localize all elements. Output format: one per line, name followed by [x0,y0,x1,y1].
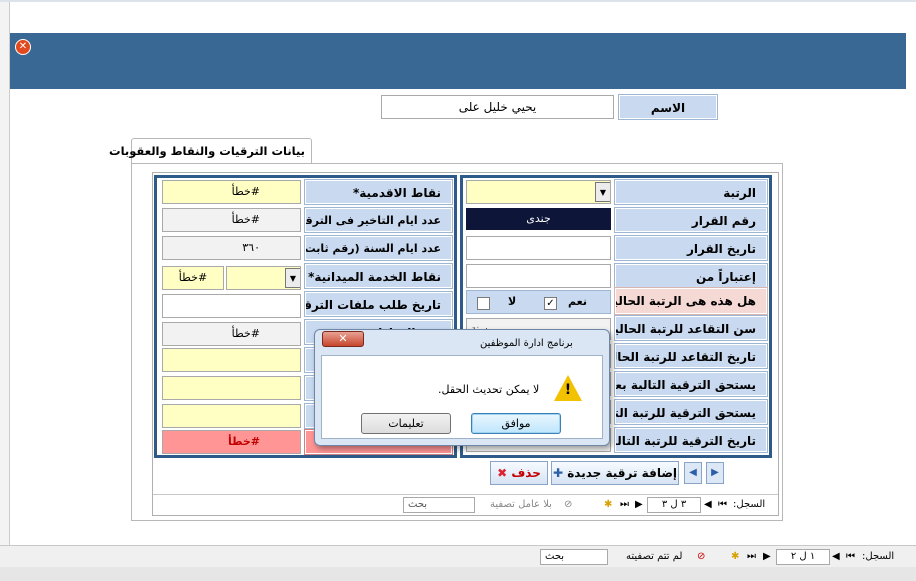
is-current-rank-label: هل هذه هى الرتبة الحالية [614,287,768,315]
tab-promotions[interactable]: بيانات الترقيات والنقاط والعقوبات [109,138,312,164]
close-icon[interactable]: ✕ [15,39,31,55]
warning-icon-mark: ! [564,382,572,398]
left-row-8-field[interactable] [162,376,301,400]
retirement-age-label: سن التقاعد للرتبة الحالية [614,315,768,341]
form-header [10,33,906,89]
main-new-icon[interactable]: ✱ [731,550,739,564]
no-option-label: لا [508,295,517,308]
delete-label: حذف [511,466,541,480]
main-record-label: السجل: [862,551,895,562]
dialog-title: برنامج ادارة الموظفين [480,338,573,349]
decision-number-label: رقم القرار [614,207,768,233]
name-field[interactable]: يحيي خليل على [381,95,614,119]
main-search-field[interactable]: بحث [540,549,608,565]
subform-new-icon[interactable]: ✱ [604,498,612,512]
dialog-ok-label: موافق [501,417,531,430]
yes-option-label: نعم [568,295,587,308]
effective-from-field[interactable] [466,264,611,288]
subform-first-icon[interactable]: ⏮ [718,498,727,512]
subform-record-label: السجل: [733,499,766,510]
next-record-button[interactable]: ▶ [706,462,724,484]
tab-promotions-label: بيانات الترقيات والنقاط والعقوبات [109,144,305,158]
add-promotion-button[interactable]: إضافة ترقية جديدة ✚ [551,461,679,485]
add-icon: ✚ [552,466,564,480]
decision-date-field[interactable] [466,236,611,260]
dialog-help-label: تعليمات [388,417,424,430]
prev-record-button[interactable]: ◀ [684,462,702,484]
left-row-9-field[interactable] [162,404,301,428]
rank-select[interactable]: ▼ [466,180,611,204]
effective-from-label: إعتباراً من [614,263,768,289]
dialog-ok-button[interactable]: موافق [471,413,561,434]
filter-icon: ⊘ [564,499,573,510]
dialog-help-button[interactable]: تعليمات [361,413,451,434]
add-promotion-label: إضافة ترقية جديدة [567,466,678,480]
dialog-message: لا يمكن تحديث الحقل. [438,383,540,396]
no-checkbox[interactable] [477,297,490,310]
subform-last-icon[interactable]: ⏭ [620,498,629,512]
rank-label: الرتبة [614,179,768,205]
dialog-close-button[interactable]: ✕ [322,331,364,347]
decision-number-field[interactable]: جندى [466,208,611,230]
subform-filter-label: بلا عامل تصفية [490,499,552,510]
main-filter-label: لم تتم تصفيته [626,551,683,562]
delay-days-label: عدد ايام التاخير فى الترقية [304,207,453,233]
main-last-icon[interactable]: ⏭ [747,550,756,564]
retirement-date-label: تاريخ التقاعد للرتبة الحالية [614,343,768,369]
bottom-strip [0,567,916,581]
yes-checkbox[interactable]: ✓ [544,297,557,310]
left-row-10-field[interactable]: #خطأ [162,430,301,454]
points-count-field[interactable]: #خطأ [162,322,301,346]
next-rank-date-label: تاريخ الترقية للرتبة التالية [614,427,768,453]
window-left-edge [0,2,10,548]
left-row-7-field[interactable] [162,348,301,372]
main-position-field[interactable]: ١ ل ٢ [776,549,830,565]
year-days-label: عدد ايام السنة (رقم ثابت) [304,235,453,261]
main-next-icon[interactable]: ▶ [763,550,771,564]
window-top-strip [0,0,916,2]
name-label: الاسم [618,94,718,120]
chevron-down-icon[interactable]: ▼ [595,182,610,202]
main-prev-icon[interactable]: ◀ [832,550,840,564]
year-days-field[interactable]: ٣٦٠ [162,236,301,260]
delete-icon: ✖ [497,466,508,480]
files-request-date-field[interactable] [162,294,301,318]
delay-days-field[interactable]: #خطأ [162,208,301,232]
delete-button[interactable]: حذف ✖ [490,461,548,485]
subform-prev-icon[interactable]: ◀ [704,498,712,512]
next-rank-promotion-label: يستحق الترقية للرتبة التالية [614,399,768,425]
chevron-down-icon[interactable]: ▼ [285,268,300,288]
seniority-points-label: نقاط الاقدمية* [304,179,453,205]
main-filter-icon: ⊘ [697,551,706,562]
seniority-points-field[interactable]: #خطأ [162,180,301,204]
subform-next-icon[interactable]: ▶ [635,498,643,512]
field-service-points-field[interactable]: #خطأ [162,266,224,290]
field-service-points-select[interactable]: ▼ [226,266,301,290]
files-request-date-label: تاريخ طلب ملفات الترقية [304,291,453,317]
main-first-icon[interactable]: ⏮ [846,550,855,564]
decision-date-label: تاريخ القرار [614,235,768,261]
field-service-points-label: نقاط الخدمة الميدانية* [304,263,453,289]
subform-position-field[interactable]: ٣ ل ٣ [647,497,701,513]
next-promotion-after-label: يستحق الترقية التالية بعد [614,371,768,397]
subform-search-field[interactable]: بحث [403,497,475,513]
